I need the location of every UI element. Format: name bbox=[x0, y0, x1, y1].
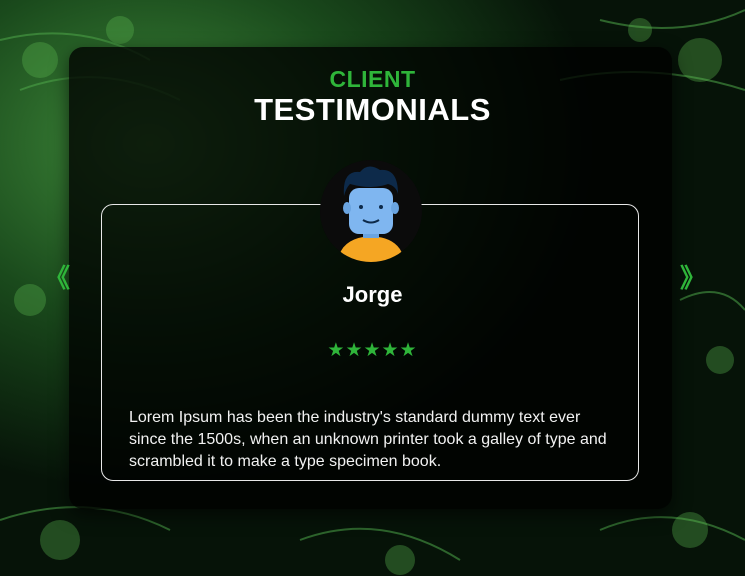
user-avatar-icon bbox=[320, 160, 422, 262]
client-name: Jorge bbox=[342, 282, 403, 307]
avatar bbox=[320, 160, 422, 262]
next-arrow-icon[interactable]: 》 bbox=[680, 264, 706, 292]
section-subtitle: CLIENT bbox=[329, 66, 416, 92]
star-rating: ★★★★★ bbox=[327, 340, 418, 361]
section-title: TESTIMONIALS bbox=[254, 92, 491, 127]
previous-arrow-icon[interactable]: 《 bbox=[44, 264, 70, 292]
testimonial-text: Lorem Ipsum has been the industry's stan… bbox=[129, 409, 607, 470]
